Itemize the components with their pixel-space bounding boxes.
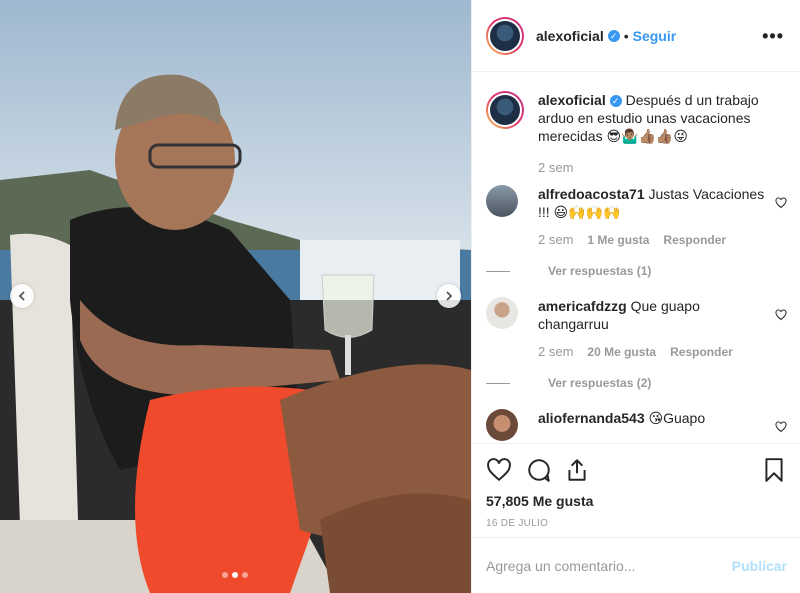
reply-button[interactable]: Responder [663,231,726,249]
bookmark-icon[interactable] [761,457,787,483]
comment-username[interactable]: alfredoacosta71 [538,186,645,202]
instagram-post: alexoficial ✓ • Seguir ••• alexoficial ✓ … [0,0,800,593]
like-comment-heart-icon[interactable] [775,197,787,209]
commenter-avatar[interactable] [486,185,518,217]
comment-input[interactable] [486,557,732,574]
view-replies-label: Ver respuestas (2) [548,376,652,390]
previous-slide-button[interactable] [10,284,34,308]
verified-icon: ✓ [607,29,620,42]
comment-username[interactable]: americafdzzg [538,298,627,314]
post-photo[interactable] [0,0,471,593]
like-comment-heart-icon[interactable] [775,309,787,321]
comment-item: aliofernanda543 😘Guapo [486,409,791,441]
comment-bubble-icon[interactable] [526,457,552,483]
more-options-icon[interactable]: ••• [762,26,784,47]
carousel-dot [222,572,228,578]
author-username[interactable]: alexoficial [536,28,604,44]
view-replies-button[interactable]: Ver respuestas (2) [486,374,768,392]
carousel-dot [242,572,248,578]
comment-composer: Publicar [472,537,800,593]
follow-button[interactable]: Seguir [633,28,677,44]
caption-username[interactable]: alexoficial [538,92,606,108]
share-icon[interactable] [564,457,590,483]
photo-image [0,0,471,593]
post-date[interactable]: 16 DE JULIO [486,518,787,529]
chevron-left-icon [18,291,25,301]
comment-time[interactable]: 2 sem [538,343,573,361]
comment-likes[interactable]: 20 Me gusta [587,343,656,361]
carousel-dot-active [232,572,238,578]
post-actions: 57,805 Me gusta 16 DE JULIO [472,443,800,529]
caption-avatar[interactable] [486,91,524,129]
post-sidebar: alexoficial ✓ • Seguir ••• alexoficial ✓ … [471,0,800,593]
carousel-indicator [222,572,248,578]
like-heart-icon[interactable] [486,457,512,483]
comments-list[interactable]: alexoficial ✓ Después d un trabajo arduo … [472,73,800,443]
comment-text: 😘Guapo [648,410,706,426]
next-slide-button[interactable] [437,284,461,308]
caption: alexoficial ✓ Después d un trabajo arduo … [486,91,791,177]
commenter-avatar[interactable] [486,409,518,441]
like-comment-heart-icon[interactable] [775,421,787,433]
reply-button[interactable]: Responder [670,343,733,361]
comment-item: americafdzzg Que guapo changarruu 2 sem … [486,297,791,392]
caption-time[interactable]: 2 sem [538,159,573,177]
comment-time[interactable]: 2 sem [538,231,573,249]
post-header: alexoficial ✓ • Seguir ••• [472,0,800,72]
chevron-right-icon [446,291,453,301]
view-replies-label: Ver respuestas (1) [548,264,652,278]
view-replies-button[interactable]: Ver respuestas (1) [486,262,768,280]
verified-icon: ✓ [609,95,622,108]
commenter-avatar[interactable] [486,297,518,329]
publish-button[interactable]: Publicar [732,558,787,574]
replies-line [486,270,510,272]
replies-line [486,382,510,384]
comment-likes[interactable]: 1 Me gusta [587,231,649,249]
separator-dot: • [623,27,629,44]
comment-username[interactable]: aliofernanda543 [538,410,645,426]
author-avatar[interactable] [486,16,524,55]
comment-item: alfredoacosta71 Justas Vacaciones !!! 😃🙌… [486,185,791,280]
